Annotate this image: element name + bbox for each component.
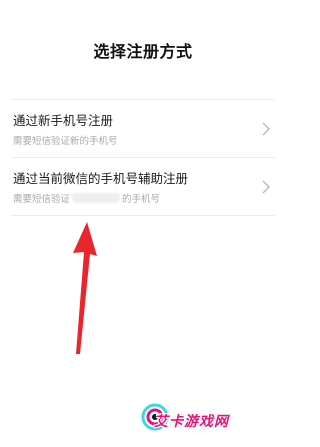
- subtitle-prefix: 需要短信验证: [13, 194, 71, 205]
- option-new-phone[interactable]: 通过新手机号注册 需要短信验证新的手机号: [11, 100, 275, 158]
- watermark-text: 艾卡游戏网: [154, 414, 229, 430]
- option-wechat-phone[interactable]: 通过当前微信的手机号辅助注册 需要短信验证 的手机号: [11, 158, 275, 216]
- blurred-phone-number: [72, 193, 121, 203]
- option-wechat-phone-label: 通过当前微信的手机号辅助注册: [13, 171, 189, 186]
- chevron-right-icon: [262, 122, 270, 136]
- register-options-list: 通过新手机号注册 需要短信验证新的手机号 通过当前微信的手机号辅助注册 需要短信…: [11, 99, 275, 216]
- subtitle-suffix: 的手机号: [122, 194, 161, 205]
- red-arrow-annotation: [73, 222, 97, 354]
- option-new-phone-subtitle: 需要短信验证新的手机号: [13, 136, 118, 147]
- watermark: 艾卡游戏网: [140, 402, 286, 447]
- option-wechat-phone-subtitle: 需要短信验证 的手机号: [13, 191, 160, 205]
- chevron-right-icon: [262, 180, 270, 194]
- page-title: 选择注册方式: [93, 42, 193, 61]
- register-method-screen: 选择注册方式 通过新手机号注册 需要短信验证新的手机号 通过当前微信的手机号辅助…: [0, 0, 286, 447]
- option-new-phone-label: 通过新手机号注册: [13, 113, 114, 128]
